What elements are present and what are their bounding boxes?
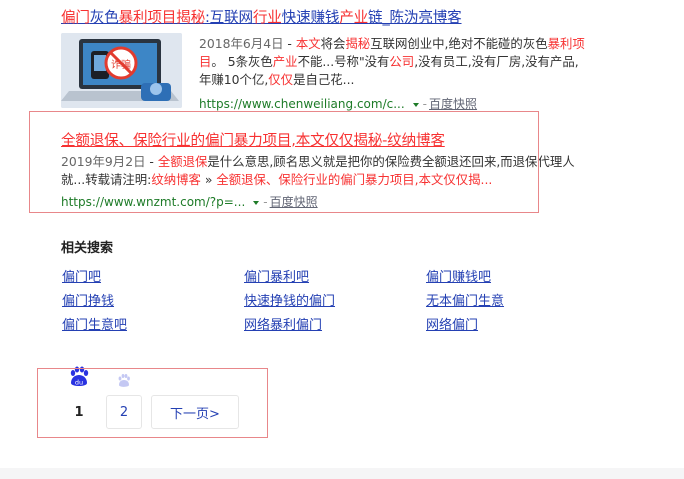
text-segment: 年赚10个亿,	[199, 72, 269, 87]
text-segment: 互联网创业中,绝对不能碰的灰色	[370, 36, 548, 51]
highlight-box-result	[29, 111, 539, 213]
result-1-url-row: https://www.chenweiliang.com/c... - 百度快照	[199, 97, 478, 111]
text-segment: 。 5条灰色	[211, 54, 273, 69]
result-1-thumbnail[interactable]: 诈骗	[61, 33, 182, 108]
text-segment: :互联网	[204, 9, 253, 26]
highlighted-text: 行业	[252, 9, 282, 26]
related-link[interactable]: 网络偏门	[426, 314, 478, 333]
thumb-badge-text: 诈骗	[111, 58, 131, 71]
text-segment: -	[283, 36, 296, 51]
highlighted-text: 本文	[295, 36, 321, 51]
highlighted-text: 暴利项	[547, 36, 585, 51]
highlighted-text: 目	[199, 54, 212, 69]
highlighted-text: 产业	[272, 54, 298, 69]
text-segment: 快速赚钱	[281, 9, 340, 26]
text-segment: 链_陈沩亮博客	[368, 9, 462, 26]
highlighted-text: 仅仅	[268, 72, 294, 87]
result-1-snippet: 2018年6月4日 - 本文将会揭秘互联网创业中,绝对不能碰的灰色暴利项 目。 …	[199, 35, 599, 89]
highlighted-text: 偏门	[61, 9, 90, 26]
text-segment: 不能...号称"没有	[297, 54, 390, 69]
related-link[interactable]: 无本偏门生意	[426, 290, 504, 309]
snippet-line: 2018年6月4日 - 本文将会揭秘互联网创业中,绝对不能碰的灰色暴利项	[199, 35, 599, 53]
related-link[interactable]: 网络暴利偏门	[244, 314, 322, 333]
result-1-title[interactable]: 偏门灰色暴利项目揭秘:互联网行业快速赚钱产业链_陈沩亮博客	[61, 6, 462, 27]
related-link[interactable]: 偏门赚钱吧	[426, 266, 491, 285]
scam-laptop-image: 诈骗	[61, 33, 182, 108]
highlighted-text: 揭秘	[345, 36, 371, 51]
snippet-line: 年赚10个亿,仅仅是自己花...	[199, 71, 599, 89]
text-segment: 是自己花...	[293, 72, 355, 87]
highlight-box-pagination	[37, 368, 268, 438]
snippet-line: 目。 5条灰色产业不能...号称"没有公司,没有员工,没有厂房,没有产品,	[199, 53, 599, 71]
related-link[interactable]: 偏门暴利吧	[244, 266, 309, 285]
highlighted-text: 产业	[339, 9, 369, 26]
text-segment: ,没有员工,没有厂房,没有产品,	[414, 54, 579, 69]
footer-bar	[0, 468, 684, 479]
result-date: 2018年6月4日	[199, 36, 284, 51]
text-segment: 将会	[320, 36, 346, 51]
related-searches-title: 相关搜索	[61, 241, 114, 256]
related-link[interactable]: 快速挣钱的偏门	[244, 290, 335, 309]
highlighted-text: 公司	[389, 54, 415, 69]
related-link[interactable]: 偏门挣钱	[62, 290, 114, 309]
chevron-down-icon[interactable]	[412, 102, 419, 107]
cache-link[interactable]: 百度快照	[429, 97, 477, 111]
text-segment: 灰色	[89, 9, 119, 26]
result-url[interactable]: https://www.chenweiliang.com/c...	[199, 97, 405, 111]
related-link[interactable]: 偏门吧	[62, 266, 101, 285]
highlighted-text: 暴利项目揭秘	[118, 9, 206, 26]
related-link[interactable]: 偏门生意吧	[62, 314, 127, 333]
